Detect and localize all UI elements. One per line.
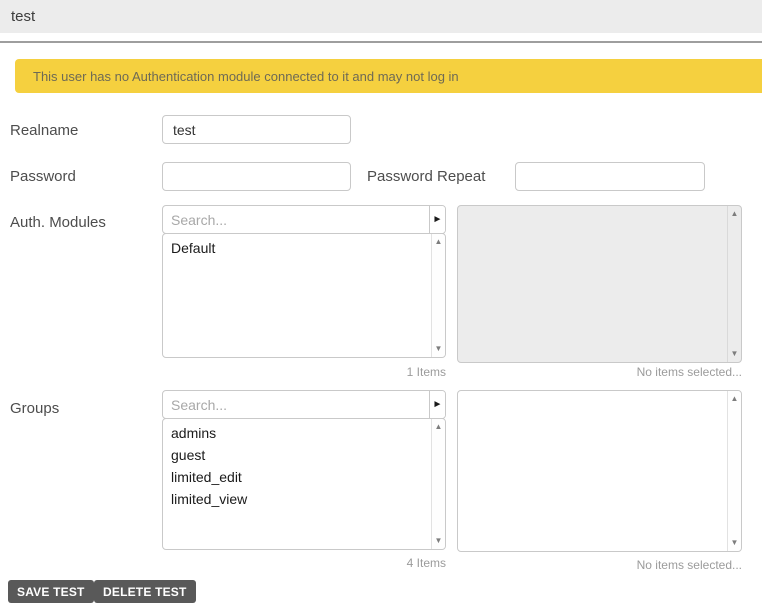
- right-arrow-icon: ►: [432, 214, 443, 225]
- auth-modules-available-items: Default: [163, 234, 431, 357]
- groups-label: Groups: [10, 400, 60, 417]
- right-arrow-icon: ►: [432, 399, 443, 410]
- auth-modules-search-input[interactable]: [163, 206, 429, 233]
- scroll-down-icon[interactable]: ▼: [435, 345, 443, 353]
- password-repeat-input[interactable]: [515, 162, 705, 191]
- scroll-up-icon[interactable]: ▲: [435, 238, 443, 246]
- password-repeat-label: Password Repeat: [367, 168, 486, 185]
- groups-picker: ►: [162, 390, 446, 419]
- groups-add-button[interactable]: ►: [429, 391, 445, 418]
- auth-modules-selected-items: [458, 206, 727, 362]
- scroll-up-icon[interactable]: ▲: [731, 395, 739, 403]
- groups-available-listbox[interactable]: admins guest limited_edit limited_view ▲ ▼: [162, 418, 446, 550]
- scroll-down-icon[interactable]: ▼: [731, 350, 739, 358]
- scroll-up-icon[interactable]: ▲: [435, 423, 443, 431]
- list-item[interactable]: Default: [163, 237, 431, 259]
- auth-modules-selected-status: No items selected...: [636, 365, 742, 379]
- list-item[interactable]: admins: [163, 422, 431, 444]
- auth-modules-available-listbox[interactable]: Default ▲ ▼: [162, 233, 446, 358]
- save-button[interactable]: SAVE TEST: [8, 580, 94, 603]
- scroll-down-icon[interactable]: ▼: [435, 537, 443, 545]
- groups-selected-status: No items selected...: [636, 558, 742, 572]
- page-title: test: [11, 8, 36, 25]
- realname-input[interactable]: [162, 115, 351, 144]
- auth-modules-available-scrollbar[interactable]: ▲ ▼: [431, 234, 445, 357]
- list-item[interactable]: guest: [163, 444, 431, 466]
- delete-button[interactable]: DELETE TEST: [94, 580, 196, 603]
- password-label: Password: [10, 168, 76, 185]
- auth-modules-selected-scrollbar[interactable]: ▲ ▼: [727, 206, 741, 362]
- auth-modules-picker: ►: [162, 205, 446, 234]
- list-item[interactable]: limited_edit: [163, 466, 431, 488]
- groups-available-items: admins guest limited_edit limited_view: [163, 419, 431, 549]
- scroll-up-icon[interactable]: ▲: [731, 210, 739, 218]
- page-header: test: [0, 0, 762, 33]
- auth-modules-selected-listbox: ▲ ▼: [457, 205, 742, 363]
- warning-banner: This user has no Authentication module c…: [15, 59, 762, 93]
- header-divider: [0, 41, 762, 43]
- groups-count: 4 Items: [406, 556, 446, 570]
- groups-selected-listbox[interactable]: ▲ ▼: [457, 390, 742, 552]
- scroll-down-icon[interactable]: ▼: [731, 539, 739, 547]
- list-item[interactable]: limited_view: [163, 488, 431, 510]
- auth-modules-add-button[interactable]: ►: [429, 206, 445, 233]
- groups-selected-items: [458, 391, 727, 551]
- auth-modules-label: Auth. Modules: [10, 214, 106, 231]
- warning-text: This user has no Authentication module c…: [33, 68, 459, 84]
- groups-search-input[interactable]: [163, 391, 429, 418]
- auth-modules-count: 1 Items: [406, 365, 446, 379]
- user-edit-page: test This user has no Authentication mod…: [0, 0, 762, 611]
- realname-label: Realname: [10, 122, 79, 139]
- groups-selected-scrollbar[interactable]: ▲ ▼: [727, 391, 741, 551]
- groups-available-scrollbar[interactable]: ▲ ▼: [431, 419, 445, 549]
- password-input[interactable]: [162, 162, 351, 191]
